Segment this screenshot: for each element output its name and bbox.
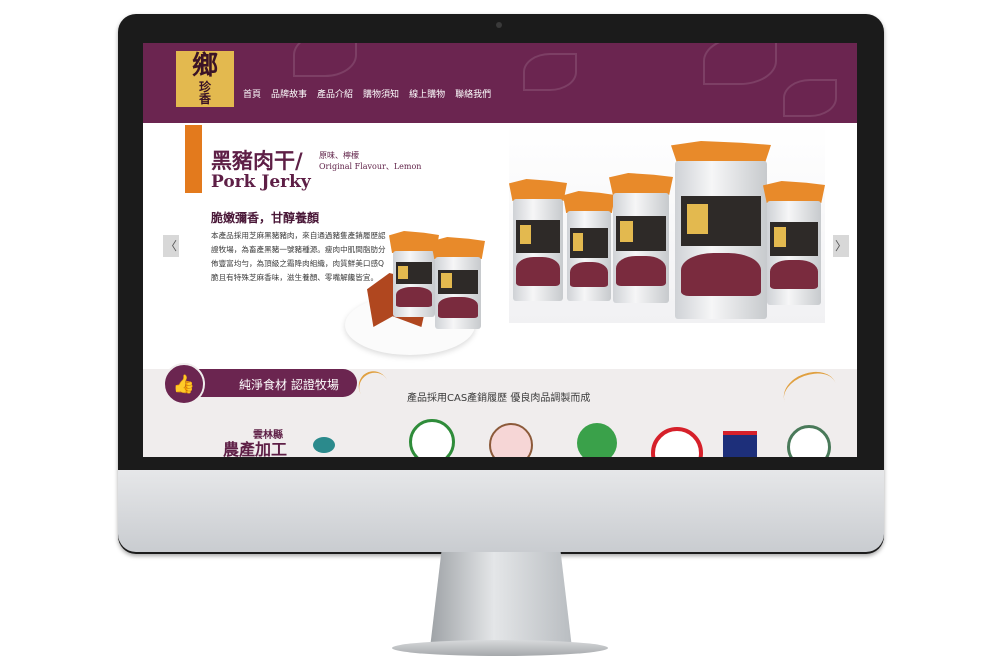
product-jar-image xyxy=(431,237,485,329)
processing-label: 農產加工 xyxy=(223,440,288,457)
hero-slider: 黑豬肉干/ 原味、檸檬 Original Flavour、Lemon Pork … xyxy=(143,123,857,367)
chevron-right-icon[interactable]: 〉 xyxy=(833,235,849,257)
nav-item-online-shop[interactable]: 線上購物 xyxy=(409,87,445,100)
product-photo xyxy=(509,123,825,323)
logo-char: 鄉 xyxy=(191,51,218,81)
nav-item-home[interactable]: 首頁 xyxy=(243,87,261,100)
webcam xyxy=(496,22,502,28)
agriculture-badge[interactable] xyxy=(577,423,617,457)
product-description: 本產品採用芝麻黑豬豬肉，來自通過豬隻產銷履歷認證牧場，為畜產黑豬一號豬種源。瘦肉… xyxy=(211,231,386,282)
main-nav: 首頁 品牌故事 產品介紹 購物須知 線上購物 聯絡我們 xyxy=(243,87,491,100)
leaf-decoration xyxy=(523,53,577,91)
nav-item-contact[interactable]: 聯絡我們 xyxy=(455,87,491,100)
wheat-icon xyxy=(353,365,395,409)
certification-band: 純淨食材 認證牧場 👍 產品採用CAS產銷履歷 優良肉品調製而成 雲林縣 農產加… xyxy=(143,363,857,457)
product-jar-image xyxy=(609,173,673,303)
nav-item-products[interactable]: 產品介紹 xyxy=(317,87,353,100)
certification-description: 產品採用CAS產銷履歷 優良肉品調製而成 xyxy=(407,393,591,404)
product-jar-image xyxy=(389,231,439,317)
monitor-stand xyxy=(430,552,572,648)
leaf-decoration xyxy=(703,43,777,85)
top-ten-badge[interactable] xyxy=(409,419,455,457)
accent-bar xyxy=(185,125,202,193)
website-screen: 鄉 珍 香 首頁 品牌故事 產品介紹 購物須知 線上購物 聯絡我們 黑豬肉干/ … xyxy=(143,43,857,457)
monitor-base xyxy=(392,640,608,656)
monitor-chin xyxy=(118,470,884,552)
product-jar-image xyxy=(763,181,825,305)
logo-char: 香 xyxy=(198,92,211,106)
site-header: 鄉 珍 香 首頁 品牌故事 產品介紹 購物須知 線上購物 聯絡我們 xyxy=(143,43,857,123)
chevron-left-icon[interactable]: 〈 xyxy=(163,235,179,257)
flavor-en: Original Flavour、Lemon xyxy=(319,162,422,171)
nav-item-shopping-info[interactable]: 購物須知 xyxy=(363,87,399,100)
cas-badge[interactable] xyxy=(651,427,703,457)
leaf-decoration xyxy=(293,43,357,77)
product-jar-image xyxy=(509,179,567,301)
product-title-en: Pork Jerky xyxy=(211,172,311,192)
pig-mascot-badge[interactable] xyxy=(489,423,533,457)
wheat-icon xyxy=(778,364,842,420)
fish-icon xyxy=(313,437,335,453)
product-flavors: 原味、檸檬 Original Flavour、Lemon xyxy=(319,150,421,172)
banner-label: 純淨食材 認證牧場 xyxy=(239,378,339,392)
product-subtitle: 脆嫩彌香，甘醇養顏 xyxy=(211,211,320,225)
thumbs-up-icon: 👍 xyxy=(163,363,205,405)
brand-logo[interactable]: 鄉 珍 香 xyxy=(176,51,234,107)
flag-badge[interactable] xyxy=(723,431,757,457)
flavor-zh: 原味、檸檬 xyxy=(319,151,359,160)
certification-seal-badge[interactable] xyxy=(787,425,831,457)
leaf-decoration xyxy=(783,79,837,117)
product-title-zh: 黑豬肉干/ xyxy=(211,148,303,173)
product-jar-image xyxy=(563,191,615,301)
nav-item-brand-story[interactable]: 品牌故事 xyxy=(271,87,307,100)
product-jar-image xyxy=(671,141,771,319)
